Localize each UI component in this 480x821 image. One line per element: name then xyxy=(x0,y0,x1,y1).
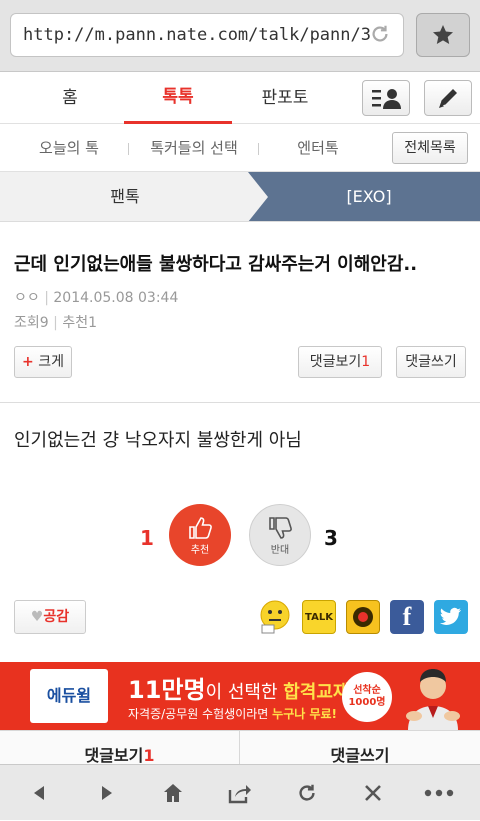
post-title: 근데 인기없는애들 불쌍하다고 감싸주는거 이해안감.. xyxy=(14,254,418,275)
post-stats: 조회9 | 추천1 xyxy=(14,312,97,332)
share-icon xyxy=(228,785,251,804)
write-button[interactable] xyxy=(424,80,472,116)
views-label: 조회 xyxy=(14,315,40,331)
empathy-button[interactable]: ♥공감 xyxy=(14,600,86,634)
comment-bar-view[interactable]: 댓글보기1 xyxy=(0,731,240,764)
font-bigger-label: 크게 xyxy=(38,354,64,370)
main-nav: 홈 톡톡 판포토 xyxy=(0,72,480,124)
share-me2day-button[interactable] xyxy=(258,600,292,634)
ad-headline-mid: 이 선택한 xyxy=(205,682,284,703)
comment-bar-write[interactable]: 댓글쓰기 xyxy=(240,731,480,764)
downvote-button[interactable]: 반대 xyxy=(249,504,311,566)
more-button[interactable] xyxy=(406,765,472,821)
meta-divider: | xyxy=(53,315,63,331)
more-icon xyxy=(424,789,454,797)
share-twitter-button[interactable] xyxy=(434,600,468,634)
ad-badge-top: 선착순 xyxy=(353,685,381,696)
close-button[interactable] xyxy=(340,765,406,821)
tab-toktok[interactable]: 톡톡 xyxy=(124,72,232,124)
bookmark-button[interactable] xyxy=(416,13,470,57)
thumbs-up-icon xyxy=(189,516,212,539)
share-kakaostory-button[interactable] xyxy=(346,600,380,634)
views-count: 9 xyxy=(39,315,49,331)
upvote-label: 추천 xyxy=(190,544,210,556)
breadcrumb-exo[interactable]: [EXO] xyxy=(248,172,480,221)
font-bigger-button[interactable]: + 크게 xyxy=(14,346,72,378)
home-icon xyxy=(164,784,182,802)
comment-bar: 댓글보기1 댓글쓰기 xyxy=(0,730,480,764)
sub-nav: 오늘의 톡 톡커들의 선택 엔터톡 전체목록 xyxy=(0,124,480,172)
back-button[interactable] xyxy=(6,765,72,821)
heart-icon: ♥ xyxy=(30,609,44,625)
home-button[interactable] xyxy=(140,765,206,821)
comment-bar-view-label: 댓글보기 xyxy=(84,746,144,764)
thumbs-down-icon xyxy=(269,516,292,539)
post-body: 인기없는건 걍 낙오자지 불쌍한게 아님 xyxy=(14,430,302,451)
user-list-icon xyxy=(372,89,401,109)
post-author: ㅇㅇ xyxy=(14,290,40,306)
kakaotalk-icon: TALK xyxy=(305,611,333,623)
refresh-icon xyxy=(299,784,315,801)
comment-bar-count: 1 xyxy=(143,746,155,764)
star-icon xyxy=(433,25,453,44)
share-facebook-button[interactable]: f xyxy=(390,600,424,634)
downvote-count: 3 xyxy=(324,526,338,550)
url-text: http://m.pann.nate.com/talk/pann/3 xyxy=(23,25,371,45)
facebook-icon: f xyxy=(402,602,412,631)
kakaostory-icon xyxy=(353,607,373,627)
post-date: 2014.05.08 03:44 xyxy=(53,290,179,306)
breadcrumb-arrow xyxy=(248,172,268,221)
browser-toolbar xyxy=(0,764,480,820)
pencil-icon xyxy=(439,89,457,108)
subnav-today-talk[interactable]: 오늘의 톡 xyxy=(14,124,124,172)
url-input[interactable]: http://m.pann.nate.com/talk/pann/3 xyxy=(10,13,404,57)
ad-headline: 11만명이 선택한 합격교재! xyxy=(128,670,358,705)
recommend-count: 1 xyxy=(88,315,97,331)
ad-badge: 선착순 1000명 xyxy=(342,672,392,722)
comment-write-button[interactable]: 댓글쓰기 xyxy=(396,346,466,378)
ad-brand-logo: 에듀윌 xyxy=(30,669,108,723)
post-meta: ㅇㅇ | 2014.05.08 03:44 xyxy=(14,287,178,307)
ad-subline-highlight: 누구나 무료! xyxy=(272,707,338,721)
upvote-button[interactable]: 추천 xyxy=(169,504,231,566)
subnav-talker-choice[interactable]: 톡커들의 선택 xyxy=(134,124,254,172)
comment-count: 1 xyxy=(361,354,371,370)
back-icon xyxy=(34,786,44,800)
comment-view-label: 댓글보기 xyxy=(309,354,362,370)
comment-view-button[interactable]: 댓글보기1 xyxy=(298,346,382,378)
plus-icon: + xyxy=(22,354,34,370)
ad-badge-bottom: 1000명 xyxy=(348,697,386,708)
full-list-button[interactable]: 전체목록 xyxy=(392,132,468,164)
twitter-icon xyxy=(440,607,461,625)
upvote-count: 1 xyxy=(140,526,154,550)
tab-panphoto[interactable]: 판포토 xyxy=(235,72,335,124)
downvote-label: 반대 xyxy=(270,544,290,556)
share-button[interactable] xyxy=(206,765,272,821)
my-menu-button[interactable] xyxy=(362,80,410,116)
breadcrumb: 팬톡 [EXO] xyxy=(0,172,480,222)
breadcrumb-fantalk[interactable]: 팬톡 xyxy=(0,172,250,221)
ad-subline: 자격증/공무원 수험생이라면 누구나 무료! xyxy=(128,705,337,722)
refresh-button[interactable] xyxy=(274,765,340,821)
browser-url-bar: http://m.pann.nate.com/talk/pann/3 xyxy=(0,0,480,72)
share-kakaotalk-button[interactable]: TALK xyxy=(302,600,336,634)
meta-divider: | xyxy=(44,290,54,306)
ad-subline-prefix: 자격증/공무원 수험생이라면 xyxy=(128,707,273,721)
ad-banner[interactable]: 에듀윌 11만명이 선택한 합격교재! 자격증/공무원 수험생이라면 누구나 무… xyxy=(0,662,480,730)
me2day-icon xyxy=(260,600,290,634)
close-icon xyxy=(365,785,381,801)
ad-person-image xyxy=(406,669,460,730)
subnav-enter-talk[interactable]: 엔터톡 xyxy=(268,124,368,172)
divider xyxy=(0,402,480,403)
divider xyxy=(258,143,259,155)
forward-icon xyxy=(102,786,112,800)
ad-headline-big: 11만명 xyxy=(128,676,206,704)
reload-icon[interactable] xyxy=(369,23,391,45)
tab-home[interactable]: 홈 xyxy=(20,72,120,124)
divider xyxy=(128,143,129,155)
recommend-label: 추천 xyxy=(62,315,89,331)
empathy-label: 공감 xyxy=(43,609,70,625)
forward-button[interactable] xyxy=(74,765,140,821)
